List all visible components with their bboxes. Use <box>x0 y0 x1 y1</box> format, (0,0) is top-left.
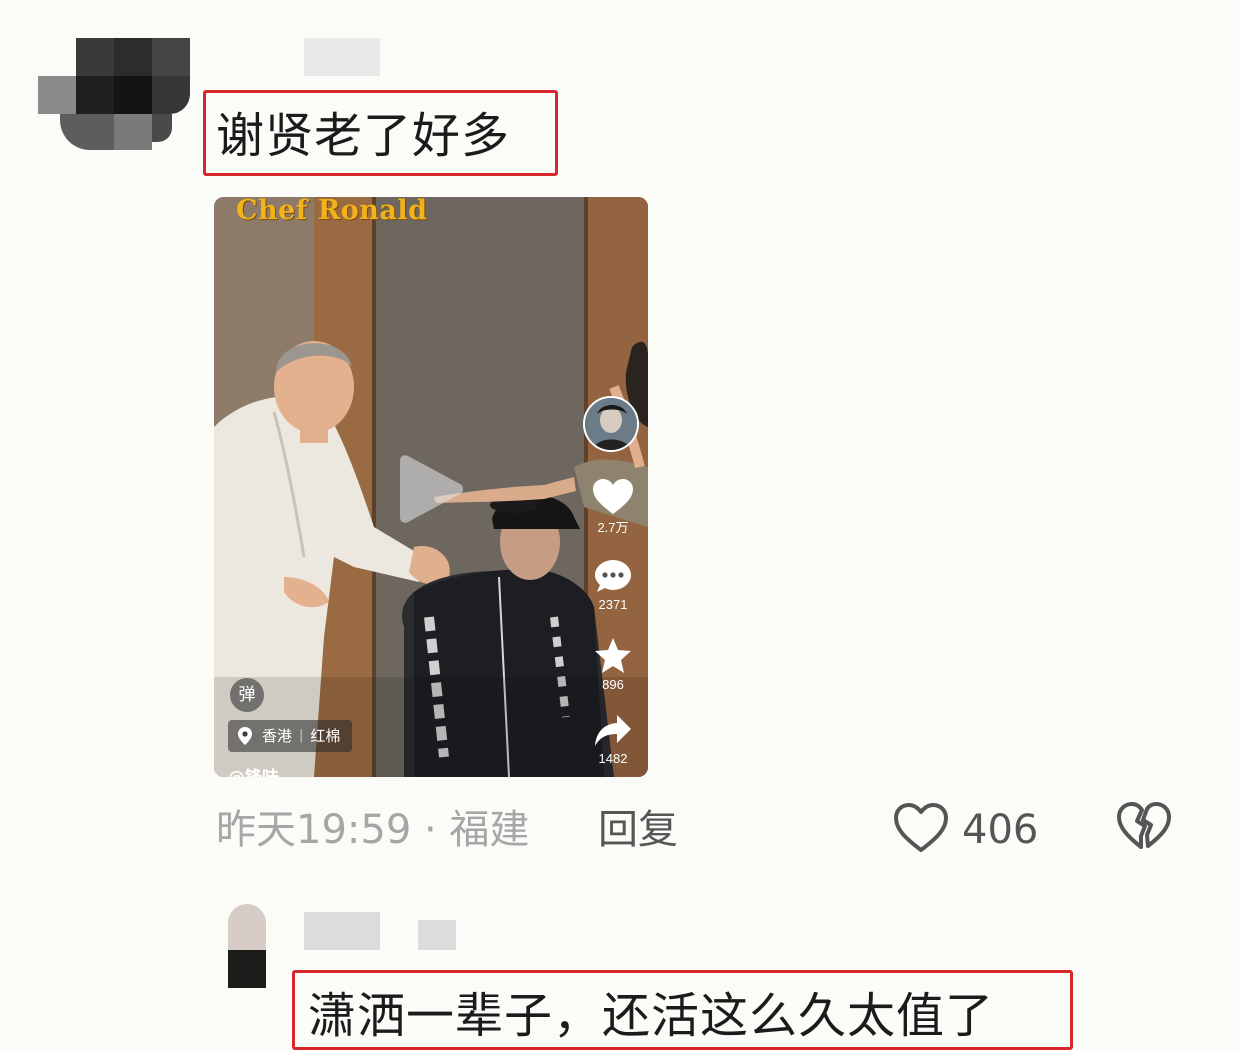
share-icon <box>595 715 631 746</box>
broken-heart-icon[interactable] <box>1116 800 1172 854</box>
reply-button[interactable]: 回复 <box>598 808 678 852</box>
video-title: Chef Ronald <box>236 197 428 226</box>
star-icon <box>595 638 631 673</box>
heart-outline-icon[interactable] <box>893 802 949 854</box>
comment-icon <box>595 560 631 592</box>
comment-time-location: 昨天19:59 · 福建 <box>216 807 530 853</box>
location-pin-icon <box>238 727 252 745</box>
commenter-avatar[interactable] <box>38 38 190 150</box>
share-button[interactable]: 1482 <box>587 713 639 766</box>
comment-text-2: 潇洒一辈子，还活这么久太值了 <box>308 988 995 1044</box>
share-count: 1482 <box>598 751 628 766</box>
comment-count: 2371 <box>598 597 628 612</box>
video-author-handle[interactable]: @锋味 <box>228 763 279 777</box>
location-tag[interactable]: 香港 | 红棉 <box>228 720 353 752</box>
commenter-avatar-2[interactable] <box>228 904 266 988</box>
like-count: 2.7万 <box>597 520 629 535</box>
commenter-tag-blurred <box>418 920 456 950</box>
commenter-name-blurred-2[interactable] <box>304 912 380 950</box>
like-button[interactable]: 2.7万 <box>587 479 639 536</box>
commenter-name-blurred[interactable] <box>304 38 380 76</box>
comment-text: 谢贤老了好多 <box>216 108 511 164</box>
like-count-comment: 406 <box>962 807 1039 853</box>
comment-button[interactable]: 2371 <box>587 559 639 612</box>
favorite-button[interactable]: 896 <box>587 637 639 692</box>
location-place: 红棉 <box>310 727 341 745</box>
danmu-toggle[interactable]: 弹 <box>230 678 264 712</box>
play-icon[interactable] <box>400 452 464 526</box>
favorite-count: 896 <box>602 677 624 692</box>
heart-icon <box>593 479 633 514</box>
location-separator: | <box>299 728 304 743</box>
video-card[interactable]: Chef Ronald 2.7万 2371 896 1482 弹 香港 | 红棉 <box>214 197 648 777</box>
location-city: 香港 <box>262 727 293 745</box>
creator-avatar[interactable] <box>583 396 639 452</box>
